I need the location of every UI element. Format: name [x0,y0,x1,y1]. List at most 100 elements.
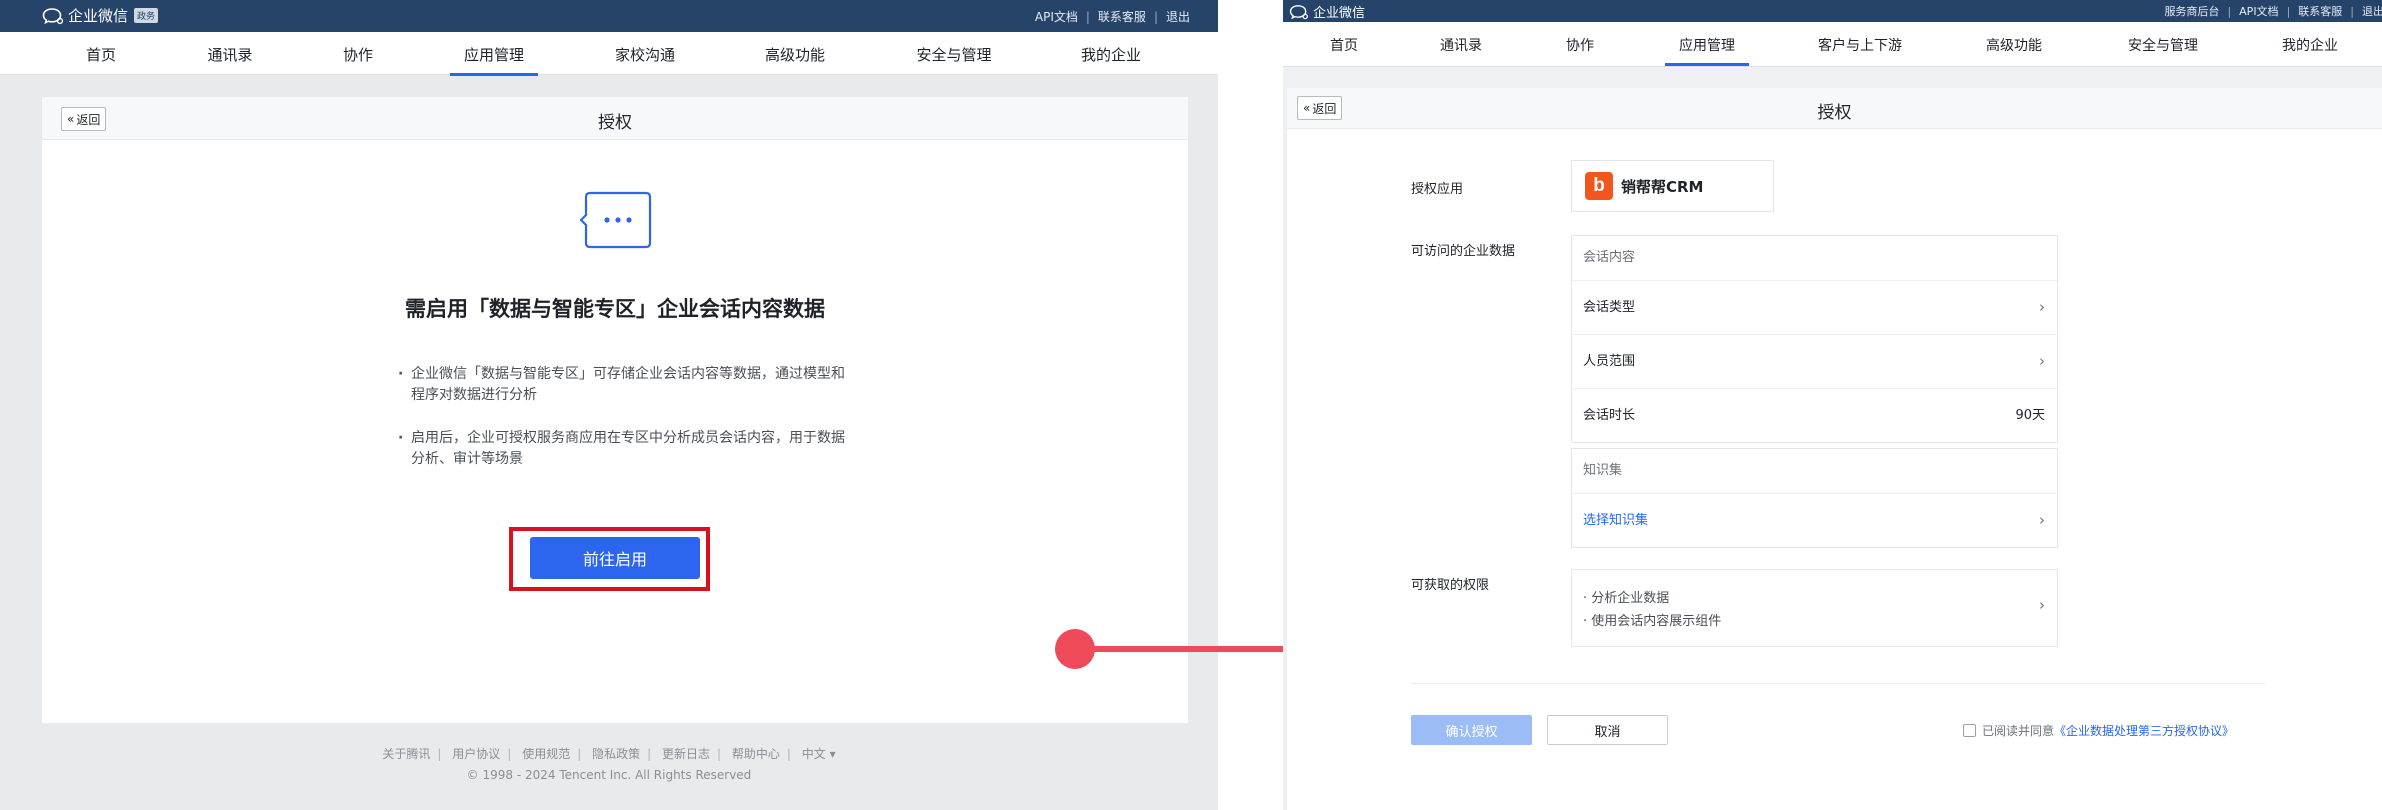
row-label: 会话类型 [1583,300,1636,315]
api-docs-link[interactable]: API文档 [2239,3,2278,19]
permission-item: · 分析企业数据 [1583,591,1670,606]
session-duration-value: 90天 [2015,408,2045,423]
nav-app-management[interactable]: 应用管理 [449,44,539,76]
copyright: © 1998 - 2024 Tencent Inc. All Rights Re… [466,768,752,782]
provider-backend-link[interactable]: 服务商后台 [2164,3,2219,19]
select-knowledge-set-row[interactable]: 选择知识集 › [1572,494,2057,547]
separator: | [507,747,512,761]
permission-item: · 使用会话内容展示组件 [1583,614,1722,629]
app-logo: b [1585,172,1613,200]
accessible-data-label: 可访问的企业数据 [1411,244,1516,259]
session-content-box: 会话内容 会话类型 › 人员范围 › 会话时长 90天 [1571,235,2058,443]
separator: | [647,747,652,761]
page-title: 授权 [598,113,632,133]
footer-link-usage[interactable]: 使用规范 [522,747,570,761]
nav-my-enterprise[interactable]: 我的企业 [1081,44,1141,65]
agreement-text: 已阅读并同意 [1982,724,2055,738]
chevron-right-icon: › [2039,298,2045,316]
separator: | [1085,9,1090,24]
confirm-authorization-button[interactable]: 确认授权 [1411,715,1532,745]
authorized-app-label: 授权应用 [1411,182,1464,197]
separator: | [577,747,582,761]
nav-label: 应用管理 [463,46,525,64]
authorization-card: « 返回 授权 需启用「数据与智能专区」企业会话内容数据 企业微信「数据与智能专… [42,97,1188,723]
knowledge-set-box: 知识集 选择知识集 › [1571,448,2058,548]
gov-badge: 政务 [134,8,159,23]
nav-home[interactable]: 首页 [1330,35,1358,55]
divider [1411,683,2265,684]
row-label: 会话时长 [1583,408,1636,423]
chat-bubble-icon [580,191,652,249]
permissions-label: 可获取的权限 [1411,578,1490,593]
cancel-button[interactable]: 取消 [1547,715,1668,745]
description-bullet: 启用后，企业可授权服务商应用在专区中分析成员会话内容，用于数据分析、审计等场景 [398,428,851,470]
session-type-row[interactable]: 会话类型 › [1572,281,2057,335]
nav-collaboration[interactable]: 协作 [343,44,373,65]
chevron-right-icon: › [2039,596,2045,614]
left-screenshot-panel: 企业微信 政务 API文档 | 联系客服 | 退出 首页 通讯录 协作 应用管理… [0,0,1218,810]
nav-security[interactable]: 安全与管理 [2128,35,2198,55]
nav-label: 应用管理 [1679,38,1735,54]
row-label: 人员范围 [1583,354,1636,369]
nav-app-management[interactable]: 应用管理 [1665,35,1749,66]
separator: | [2227,4,2232,18]
nav-my-enterprise[interactable]: 我的企业 [2282,35,2338,55]
app-name: 销帮帮CRM [1621,177,1704,196]
nav-security[interactable]: 安全与管理 [916,44,991,65]
api-docs-link[interactable]: API文档 [1035,8,1078,25]
separator: | [2286,4,2291,18]
language-select[interactable]: 中文 ▾ [802,747,836,761]
logout-link[interactable]: 退出 [2362,3,2382,19]
description-bullet: 企业微信「数据与智能专区」可存储企业会话内容等数据，通过模型和程序对数据进行分析 [398,364,851,406]
contact-support-link[interactable]: 联系客服 [1098,8,1146,25]
separator: | [786,747,791,761]
nav-contacts[interactable]: 通讯录 [207,44,252,65]
select-knowledge-set-link: 选择知识集 [1583,513,1649,528]
permissions-box[interactable]: · 分析企业数据 · 使用会话内容展示组件 › [1571,569,2058,647]
authorization-card: « 返回 授权 授权应用 b 销帮帮CRM 可访问的企业数据 会话内容 会话类型… [1287,88,2382,810]
nav-home[interactable]: 首页 [86,44,116,65]
agreement: 已阅读并同意 《企业数据处理第三方授权协议》 [1963,722,2234,739]
agreement-link[interactable]: 《企业数据处理第三方授权协议》 [2054,722,2234,739]
brand[interactable]: 企业微信 [1289,2,1365,21]
right-screenshot-panel: 企业微信 服务商后台 | API文档 | 联系客服 | 退出 首页 通讯录 协作… [1283,0,2382,810]
session-duration-row: 会话时长 90天 [1572,389,2057,442]
nav-collaboration[interactable]: 协作 [1566,35,1594,55]
nav-advanced[interactable]: 高级功能 [765,44,825,65]
separator: | [437,747,442,761]
top-links: API文档 | 联系客服 | 退出 [1035,8,1190,25]
chevron-right-icon: › [2039,511,2045,529]
nav-contacts[interactable]: 通讯录 [1440,35,1482,55]
footer-link-about[interactable]: 关于腾讯 [382,747,430,761]
main-nav: 首页 通讯录 协作 应用管理 客户与上下游 高级功能 安全与管理 我的企业 [1283,22,2382,67]
wechat-work-logo-icon [1289,4,1308,19]
top-bar: 企业微信 服务商后台 | API文档 | 联系客服 | 退出 [1283,0,2382,22]
footer-link-help[interactable]: 帮助中心 [732,747,780,761]
footer-link-privacy[interactable]: 隐私政策 [592,747,640,761]
member-scope-row[interactable]: 人员范围 › [1572,335,2057,389]
session-content-header: 会话内容 [1572,236,2057,281]
nav-home-school[interactable]: 家校沟通 [615,44,675,65]
main-nav: 首页 通讯录 协作 应用管理 家校沟通 高级功能 安全与管理 我的企业 [0,32,1218,76]
top-links: 服务商后台 | API文档 | 联系客服 | 退出 [2164,3,2382,19]
enable-heading: 需启用「数据与智能专区」企业会话内容数据 [405,297,825,321]
footer-link-terms[interactable]: 用户协议 [452,747,500,761]
card-header: « 返回 授权 [1287,88,2382,129]
nav-customers-partners[interactable]: 客户与上下游 [1818,35,1902,55]
brand-name: 企业微信 [1313,6,1366,21]
brand[interactable]: 企业微信 政务 [42,5,159,26]
go-enable-button[interactable]: 前往启用 [530,537,700,579]
footer-link-changelog[interactable]: 更新日志 [662,747,710,761]
wechat-work-logo-icon [42,7,64,24]
contact-support-link[interactable]: 联系客服 [2298,3,2342,19]
footer-links: 关于腾讯 | 用户协议 | 使用规范 | 隐私政策 | 更新日志 | 帮助中心 | 中文 ▾ [0,745,1218,762]
active-tab-indicator [449,73,539,76]
card-header: « 返回 授权 [42,97,1188,140]
brand-name: 企业微信 [68,7,129,25]
separator: | [1153,9,1158,24]
logout-link[interactable]: 退出 [1166,8,1190,25]
nav-advanced[interactable]: 高级功能 [1986,35,2042,55]
agreement-checkbox[interactable] [1963,724,1976,737]
active-tab-indicator [1665,63,1749,66]
separator: | [2350,4,2354,18]
